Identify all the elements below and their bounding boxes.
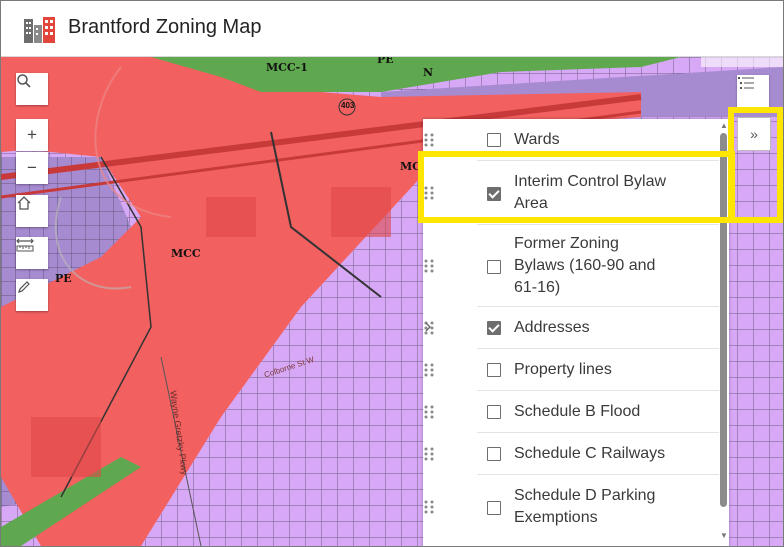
wards-checkbox[interactable] — [487, 133, 501, 147]
scroll-down-arrow-icon[interactable]: ▼ — [720, 531, 728, 540]
highway-shield-label: 403 — [341, 101, 355, 110]
zone-label-pe-top: PE — [377, 57, 394, 66]
draw-icon — [18, 281, 30, 293]
schedule-c-railways-checkbox[interactable] — [487, 447, 501, 461]
city-buildings-logo-icon — [24, 17, 55, 43]
zone-label-mcc-1: MCC-1 — [266, 61, 308, 74]
interim-control-highlight — [418, 151, 735, 223]
layer-list-icon — [738, 77, 754, 89]
addresses-label: Addresses — [514, 319, 590, 336]
addresses-checkbox[interactable] — [487, 321, 501, 335]
app-window: Brantford Zoning Map MCC-1 PE N MCC MC P… — [0, 0, 784, 547]
zoning-map[interactable]: MCC-1 PE N MCC MC PE Wayne Gretzky Pkwy … — [1, 57, 783, 546]
home-icon — [17, 196, 31, 210]
schedule-b-flood-label: Schedule B Flood — [514, 403, 641, 420]
layer-row-schedule-c-railways[interactable]: Schedule C Railways — [423, 433, 719, 475]
app-header: Brantford Zoning Map — [1, 1, 783, 57]
property-lines-label: Property lines — [514, 361, 612, 378]
zone-label-pe-left: PE — [55, 272, 72, 285]
drag-handle-icon[interactable] — [423, 404, 435, 420]
schedule-d-parking-checkbox[interactable] — [487, 501, 501, 515]
measure-icon — [16, 238, 34, 252]
wards-label: Wards — [514, 131, 560, 148]
layer-row-former-zoning-bylaws[interactable]: Former Zoning Bylaws (160-90 and 61-16) — [423, 225, 719, 307]
layer-row-schedule-d-parking[interactable]: Schedule D Parking Exemptions — [423, 475, 719, 539]
chevron-right-icon[interactable] — [423, 321, 433, 333]
zone-label-mcc: MCC — [171, 247, 201, 260]
zoom-in-button[interactable]: + — [16, 119, 48, 151]
schedule-d-parking-label: Schedule D Parking Exemptions — [514, 487, 656, 526]
property-lines-checkbox[interactable] — [487, 363, 501, 377]
zoom-out-icon: − — [27, 158, 37, 177]
app-title: Brantford Zoning Map — [68, 16, 262, 38]
schedule-c-railways-label: Schedule C Railways — [514, 445, 666, 462]
layer-list-button[interactable] — [737, 75, 769, 107]
schedule-b-flood-checkbox[interactable] — [487, 405, 501, 419]
layer-row-schedule-b-flood[interactable]: Schedule B Flood — [423, 391, 719, 433]
double-chevron-right-icon: » — [750, 126, 758, 142]
zoom-in-icon: + — [27, 125, 37, 144]
collapse-panel-button[interactable]: » — [737, 117, 771, 151]
scroll-up-arrow-icon[interactable]: ▲ — [720, 121, 728, 130]
drag-handle-icon[interactable] — [423, 132, 435, 148]
draw-button[interactable] — [16, 279, 48, 311]
drag-handle-icon[interactable] — [423, 499, 435, 515]
drag-handle-icon[interactable] — [423, 446, 435, 462]
home-button[interactable] — [16, 195, 48, 227]
drag-handle-icon[interactable] — [423, 258, 435, 274]
layer-row-property-lines[interactable]: Property lines — [423, 349, 719, 391]
search-button[interactable] — [16, 73, 48, 105]
measure-button[interactable] — [16, 237, 48, 269]
drag-handle-icon[interactable] — [423, 362, 435, 378]
former-zoning-bylaws-label: Former Zoning Bylaws (160-90 and 61-16) — [514, 235, 656, 296]
zone-label-n: N — [423, 66, 434, 79]
former-zoning-bylaws-checkbox[interactable] — [487, 260, 501, 274]
search-icon — [17, 74, 31, 88]
layer-row-addresses[interactable]: Addresses — [423, 307, 719, 349]
zoom-out-button[interactable]: − — [16, 152, 48, 184]
